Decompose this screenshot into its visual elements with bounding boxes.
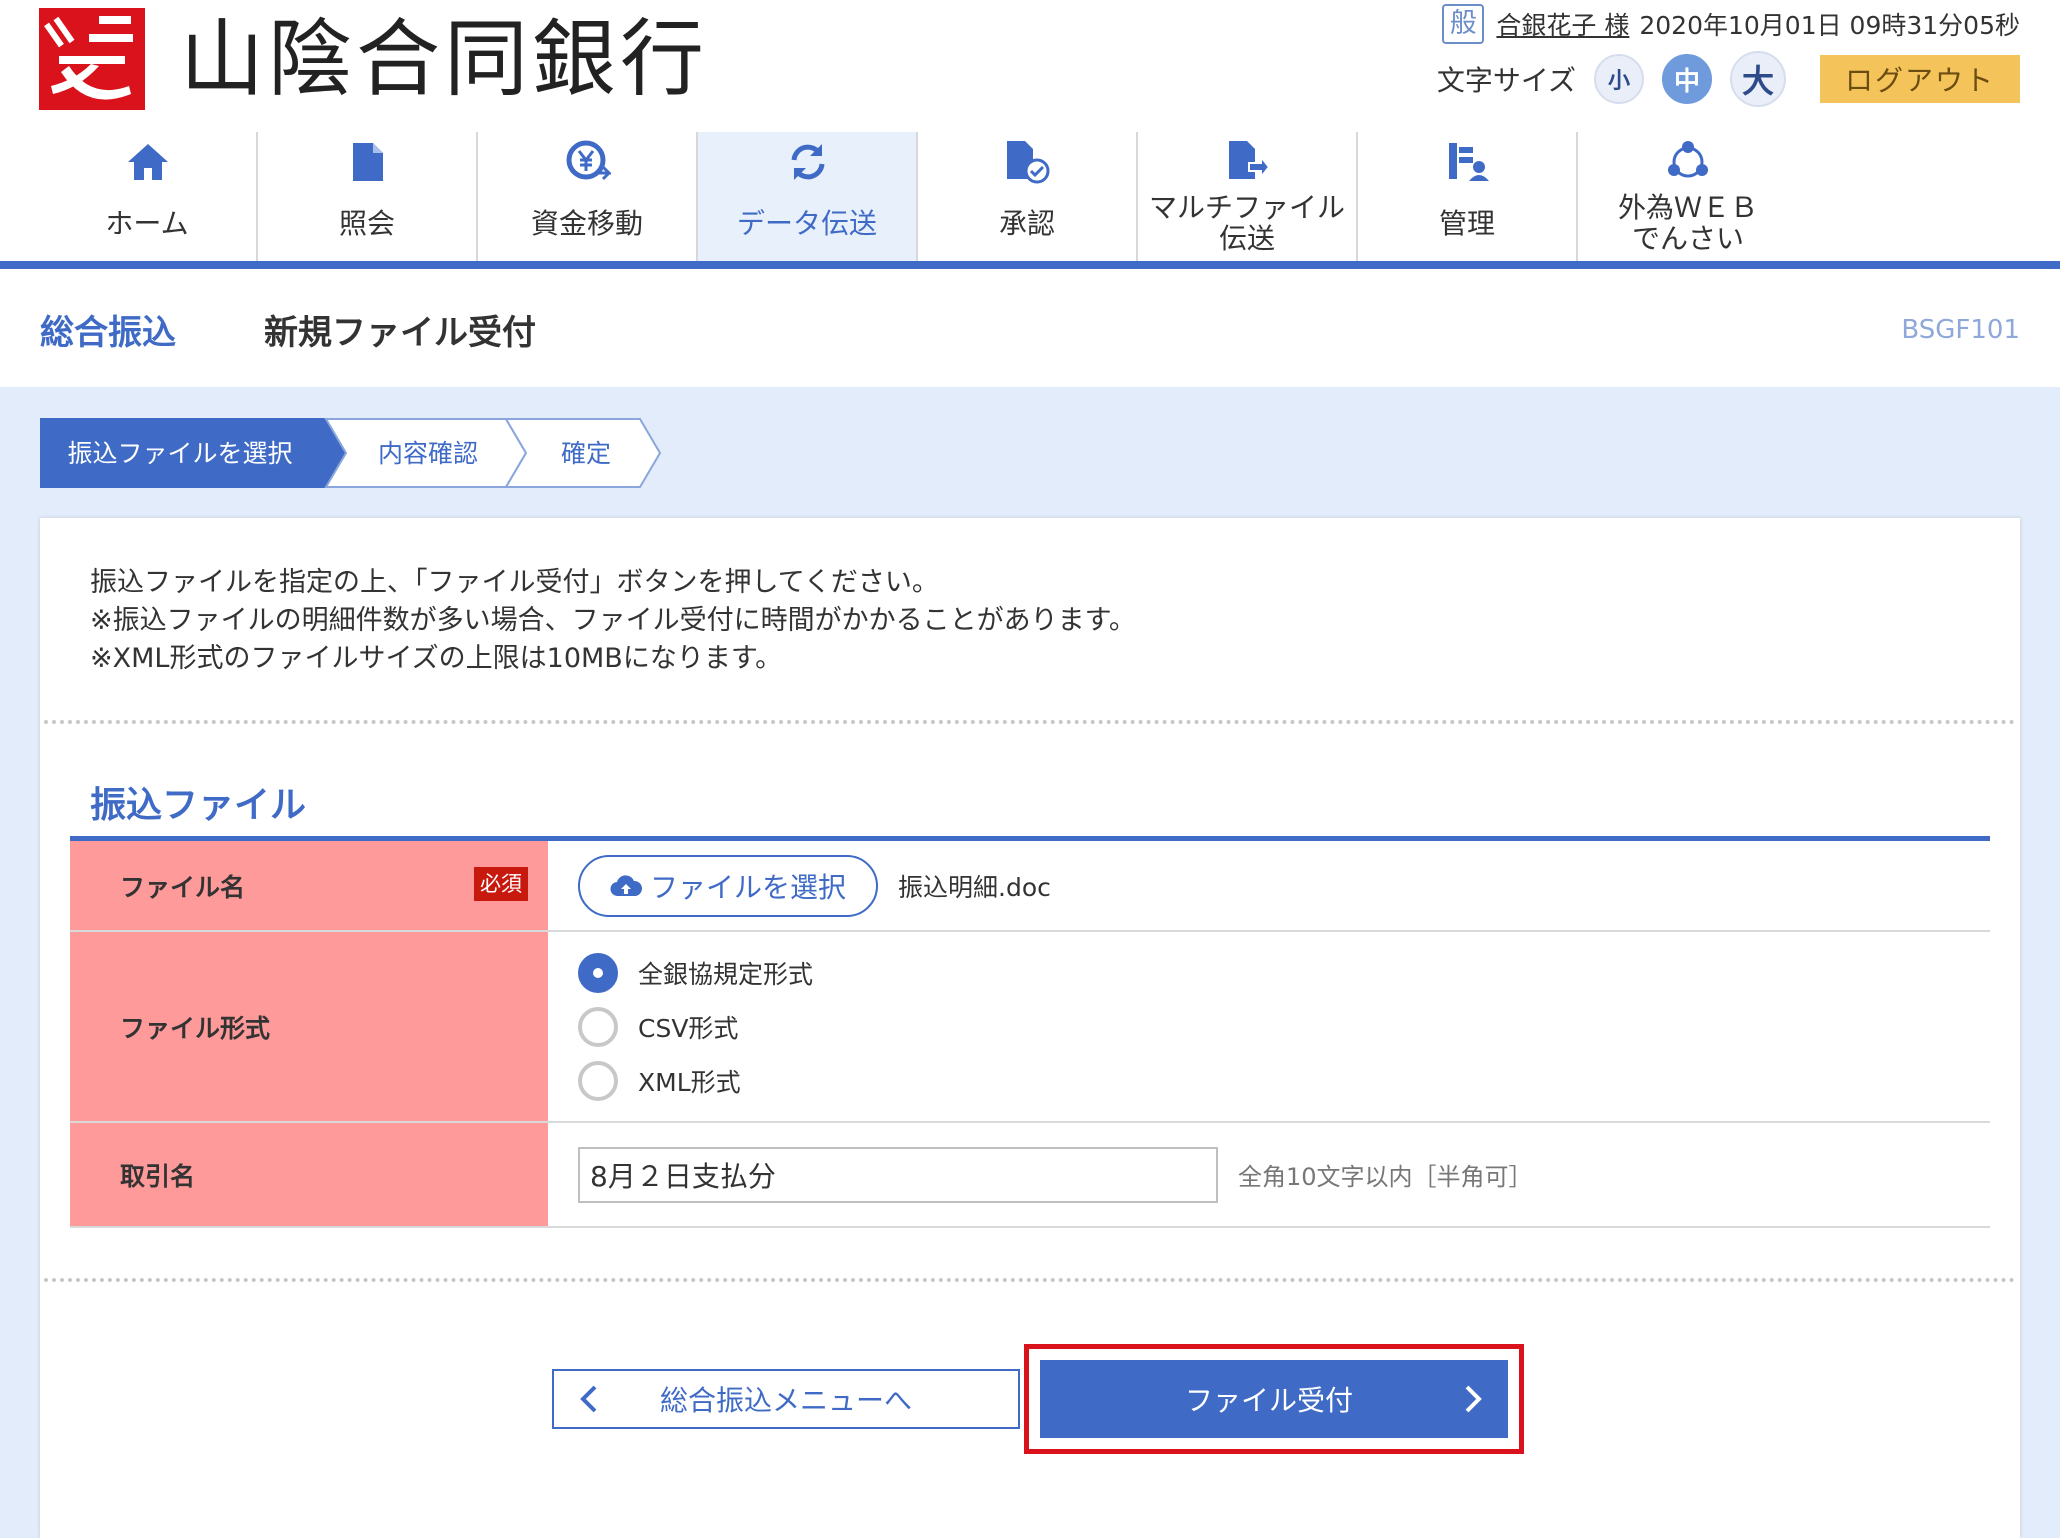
transfer-file-form: ファイル名 必須 ファイルを選択 振込明細.doc ファイル形式 全銀協規定形式… bbox=[70, 836, 1990, 1228]
screen-id: BSGF101 bbox=[1901, 315, 2020, 345]
logout-button[interactable]: ログアウト bbox=[1820, 55, 2020, 103]
font-size-medium-button[interactable]: 中 bbox=[1662, 54, 1712, 104]
submit-button-label: ファイル受付 bbox=[1184, 1384, 1353, 1417]
select-file-button[interactable]: ファイルを選択 bbox=[578, 854, 878, 917]
nav-item-home[interactable]: ホーム bbox=[38, 132, 258, 261]
instructions: 振込ファイルを指定の上、「ファイル受付」ボタンを押してください。 ※振込ファイル… bbox=[90, 564, 1136, 678]
step-2-label: 内容確認 bbox=[378, 439, 478, 468]
file-submit-button[interactable]: ファイル受付 bbox=[1040, 1360, 1508, 1438]
admin-icon bbox=[1444, 138, 1492, 186]
select-file-label: ファイルを選択 bbox=[649, 870, 846, 904]
radio-label: CSV形式 bbox=[638, 1013, 739, 1043]
back-button-label: 総合振込メニューへ bbox=[659, 1384, 912, 1417]
nav-item-inquiry[interactable]: 照会 bbox=[258, 132, 478, 261]
form-label-cell: ファイル名 必須 bbox=[70, 841, 548, 930]
file-format-radio-group: 全銀協規定形式 CSV形式 XML形式 bbox=[578, 946, 813, 1108]
user-name-link[interactable]: 合銀花子 様 bbox=[1496, 6, 1629, 42]
font-size-large-button[interactable]: 大 bbox=[1730, 51, 1786, 107]
trade-name-input[interactable] bbox=[578, 1146, 1218, 1203]
instruction-line: ※振込ファイルの明細件数が多い場合、ファイル受付に時間がかかることがあります。 bbox=[90, 605, 1136, 636]
nav-label: マルチファイル 伝送 bbox=[1148, 191, 1345, 255]
font-size-small-button[interactable]: 小 bbox=[1594, 54, 1644, 104]
font-size-selector: 文字サイズ 小 中 大 ログアウト bbox=[1437, 50, 2020, 108]
step-3-label: 確定 bbox=[561, 439, 611, 468]
trade-name-hint: 全角10文字以内［半角可］ bbox=[1238, 1163, 1533, 1191]
form-label-cell: ファイル形式 bbox=[70, 932, 548, 1121]
radio-button-checked[interactable] bbox=[578, 952, 618, 993]
nav-item-multi-file[interactable]: マルチファイル 伝送 bbox=[1138, 132, 1358, 261]
form-label-cell: 取引名 bbox=[70, 1123, 548, 1226]
back-to-menu-button[interactable]: 総合振込メニューへ bbox=[552, 1369, 1020, 1429]
content-card: 振込ファイルを指定の上、「ファイル受付」ボタンを押してください。 ※振込ファイル… bbox=[40, 518, 2020, 1538]
nav-label: 外為ＷＥＢ でんさい bbox=[1617, 191, 1758, 255]
file-format-label: ファイル形式 bbox=[120, 1013, 271, 1043]
form-value-cell: 全角10文字以内［半角可］ bbox=[548, 1123, 1990, 1226]
nav-item-fund-transfer[interactable]: 資金移動 bbox=[478, 132, 698, 261]
header: 山陰合同銀行 般 合銀花子 様 2020年10月01日 09時31分05秒 文字… bbox=[0, 0, 2060, 132]
selected-file-name: 振込明細.doc bbox=[898, 872, 1051, 902]
step-progress: 振込ファイルを選択 内容確認 確定 bbox=[40, 418, 680, 488]
radio-option-zengin[interactable]: 全銀協規定形式 bbox=[578, 946, 813, 1000]
nav-label: 照会 bbox=[338, 206, 395, 240]
divider bbox=[44, 720, 2016, 724]
document-icon bbox=[344, 138, 392, 186]
nav-item-data-transfer[interactable]: データ伝送 bbox=[698, 132, 918, 261]
form-value-cell: 全銀協規定形式 CSV形式 XML形式 bbox=[548, 932, 1990, 1121]
instruction-line: 振込ファイルを指定の上、「ファイル受付」ボタンを押してください。 bbox=[90, 567, 939, 598]
login-datetime: 2020年10月01日 09時31分05秒 bbox=[1639, 11, 2020, 40]
form-row-file-name: ファイル名 必須 ファイルを選択 振込明細.doc bbox=[70, 841, 1990, 932]
divider bbox=[44, 1278, 2016, 1282]
form-row-trade-name: 取引名 全角10文字以内［半角可］ bbox=[70, 1123, 1990, 1228]
nav-item-fx-web[interactable]: 外為ＷＥＢ でんさい bbox=[1578, 132, 1798, 261]
approve-icon bbox=[1004, 138, 1052, 186]
radio-option-csv[interactable]: CSV形式 bbox=[578, 1000, 813, 1054]
network-icon bbox=[1664, 138, 1712, 186]
step-1-label: 振込ファイルを選択 bbox=[67, 439, 292, 468]
radio-button[interactable] bbox=[578, 1006, 618, 1047]
home-icon bbox=[124, 138, 172, 186]
sync-icon bbox=[784, 138, 832, 186]
nav-item-approval[interactable]: 承認 bbox=[918, 132, 1138, 261]
radio-button[interactable] bbox=[578, 1060, 618, 1101]
nav-label: データ伝送 bbox=[736, 206, 877, 240]
nav-item-admin[interactable]: 管理 bbox=[1358, 132, 1578, 261]
form-row-file-format: ファイル形式 全銀協規定形式 CSV形式 XML形式 bbox=[70, 932, 1990, 1123]
bank-logo-mark bbox=[39, 8, 145, 110]
chevron-right-icon bbox=[1438, 1384, 1508, 1414]
form-heading: 振込ファイル bbox=[90, 785, 307, 826]
file-name-label: ファイル名 bbox=[120, 872, 246, 902]
form-value-cell: ファイルを選択 振込明細.doc bbox=[548, 841, 1990, 930]
user-info: 般 合銀花子 様 2020年10月01日 09時31分05秒 bbox=[1442, 4, 2020, 44]
section-title: 総合振込 bbox=[40, 313, 176, 353]
required-badge: 必須 bbox=[474, 867, 528, 901]
font-size-label: 文字サイズ bbox=[1436, 64, 1576, 97]
chevron-left-icon bbox=[554, 1384, 624, 1414]
nav-label: 管理 bbox=[1438, 206, 1495, 240]
page-title: 新規ファイル受付 bbox=[264, 313, 536, 353]
nav-label: 承認 bbox=[998, 206, 1055, 240]
radio-label: XML形式 bbox=[638, 1067, 741, 1097]
global-nav: ホーム 照会 資金移動 データ伝送 承認 マルチファイル 伝送 管理 外為ＷＥＢ… bbox=[0, 132, 2060, 269]
user-type-badge: 般 bbox=[1442, 4, 1485, 44]
trade-name-label: 取引名 bbox=[120, 1161, 196, 1191]
cloud-upload-icon bbox=[610, 874, 642, 896]
bank-name: 山陰合同銀行 bbox=[180, 10, 709, 108]
nav-label: 資金移動 bbox=[530, 206, 643, 240]
nav-label: ホーム bbox=[105, 206, 189, 240]
radio-option-xml[interactable]: XML形式 bbox=[578, 1054, 813, 1108]
yen-transfer-icon bbox=[564, 138, 612, 186]
multi-file-icon bbox=[1224, 138, 1272, 186]
page-title-bar: 総合振込 新規ファイル受付 BSGF101 bbox=[0, 277, 2060, 387]
instruction-line: ※XML形式のファイルサイズの上限は10MBになります。 bbox=[90, 643, 783, 674]
radio-label: 全銀協規定形式 bbox=[638, 959, 814, 989]
